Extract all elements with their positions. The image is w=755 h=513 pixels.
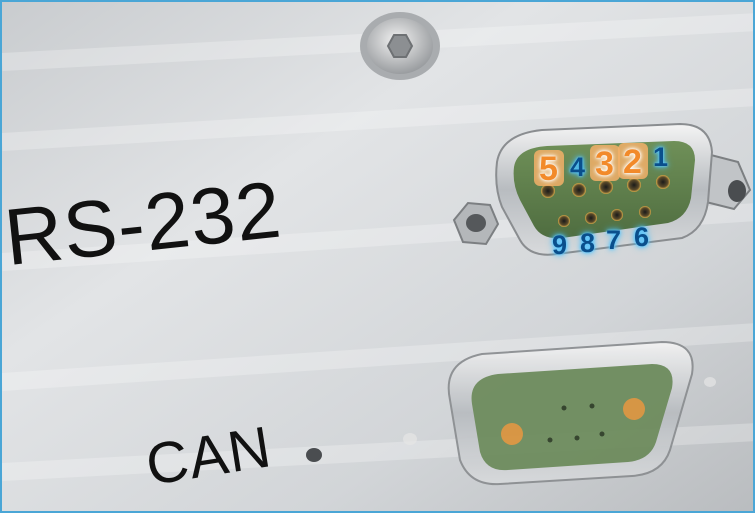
pin-number-5: 5 [539, 150, 558, 188]
hex-socket-screw-icon [360, 12, 440, 80]
pin-number-1: 1 [653, 142, 669, 172]
pin-number-8: 8 [580, 228, 596, 258]
pin-number-3: 3 [595, 145, 614, 183]
can-connector [447, 340, 694, 486]
mounting-hole-icon [403, 433, 417, 445]
pin-number-6: 6 [634, 222, 650, 252]
mounting-hole-icon [704, 377, 716, 387]
pin-number-7: 7 [606, 225, 622, 255]
pin-number-2: 2 [623, 143, 642, 181]
mounting-hole-icon [306, 448, 322, 462]
pin-number-9: 9 [552, 230, 568, 260]
connector-panel: RS-232 CAN 5 4 3 2 1 9 8 7 6 [0, 0, 755, 513]
pin-number-4: 4 [570, 152, 586, 182]
